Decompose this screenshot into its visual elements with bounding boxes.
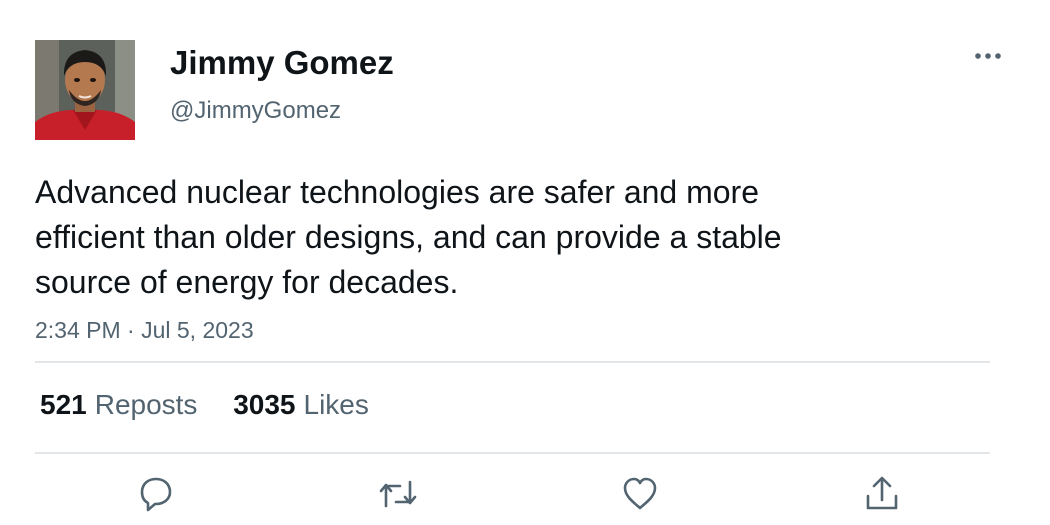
repost-button[interactable]: [376, 472, 420, 516]
repost-icon: [379, 480, 417, 508]
reply-button[interactable]: [134, 472, 178, 516]
likes-label: Likes: [303, 389, 369, 420]
tweet-timestamp[interactable]: 2:34 PM · Jul 5, 2023: [35, 315, 254, 345]
profile-photo-icon: [35, 40, 135, 140]
reposts-count: 521: [40, 389, 87, 420]
tweet-text-line: efficient than older designs, and can pr…: [35, 219, 782, 255]
share-icon: [866, 476, 898, 510]
author-handle[interactable]: @JimmyGomez: [170, 96, 341, 126]
reposts-label: Reposts: [94, 389, 198, 420]
tweet-card: Jimmy Gomez @JimmyGomez Advanced nuclear…: [0, 0, 1050, 525]
likes-count: 3035: [233, 389, 296, 420]
reposts-stat[interactable]: 521 Reposts: [40, 387, 197, 423]
tweet-text-line: source of energy for decades.: [35, 264, 459, 300]
avatar[interactable]: [35, 40, 135, 140]
like-icon: [623, 477, 657, 510]
likes-stat[interactable]: 3035 Likes: [233, 387, 369, 423]
more-options-button[interactable]: [968, 42, 1008, 70]
more-icon: [975, 53, 1001, 59]
tweet-text-line: Advanced nuclear technologies are safer …: [35, 174, 759, 210]
like-button[interactable]: [618, 472, 662, 516]
divider: [35, 452, 990, 454]
author-display-name[interactable]: Jimmy Gomez: [170, 42, 394, 84]
reply-icon: [140, 477, 172, 512]
tweet-text: Advanced nuclear technologies are safer …: [35, 170, 995, 305]
divider: [35, 361, 990, 363]
share-button[interactable]: [860, 472, 904, 516]
engagement-stats: 521 Reposts 3035 Likes: [40, 387, 369, 423]
